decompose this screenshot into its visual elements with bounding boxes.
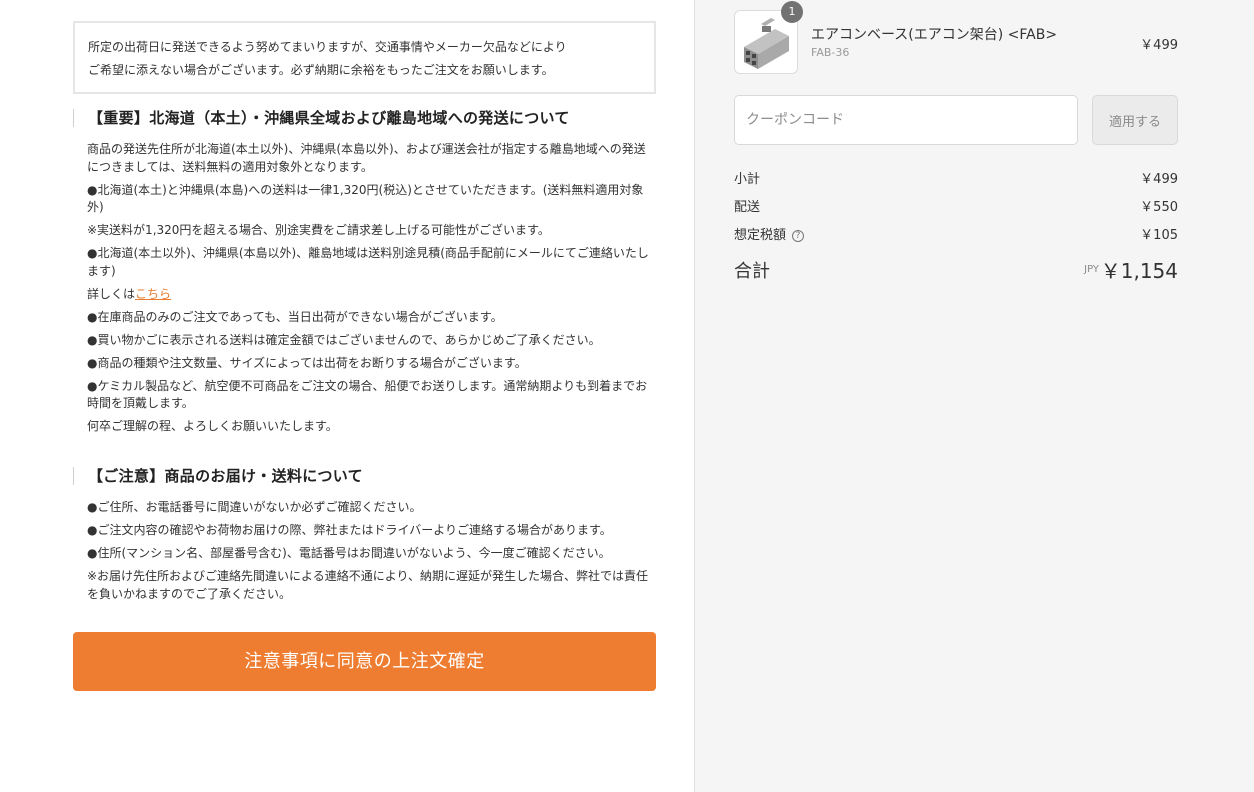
section-title-important: 【重要】北海道（本土）・沖縄県全域および離島地域への発送について xyxy=(73,109,656,127)
total-amount: ￥1,154 xyxy=(1100,259,1178,283)
notice-line: ●ケミカル製品など、航空便不可商品をご注文の場合、船便でお送りします。通常納期よ… xyxy=(87,378,648,411)
tax-label-group: 想定税額? xyxy=(734,224,805,243)
notice-line: ●北海道(本土以外)、沖縄県(本島以外)、離島地域は送料別途見積(商品手配前にメ… xyxy=(87,246,649,278)
apply-coupon-button[interactable]: 適用する xyxy=(1092,95,1178,145)
notice-line: ●北海道(本土)と沖縄県(本島)への送料は一律1,320円(税込)とさせていただ… xyxy=(87,182,644,215)
notice-line: ●住所(マンション名、部屋番号含む)、電話番号はお間違いがないよう、今一度ご確認… xyxy=(87,546,611,560)
notice-line: ●在庫商品のみのご注文であっても、当日出荷ができない場合がございます。 xyxy=(87,309,503,324)
checkout-main-column: 所定の出荷日に発送できるよう努めてまいりますが、交通事情やメーカー欠品などにより… xyxy=(0,0,694,792)
notice-line: ●商品の種類や注文数量、サイズによっては出荷をお断りする場合がございます。 xyxy=(87,355,527,370)
total-currency: JPY xyxy=(1084,264,1099,275)
confirm-order-button[interactable]: 注意事項に同意の上注文確定 xyxy=(73,632,656,691)
details-link[interactable]: こちら xyxy=(135,287,171,301)
help-circle-icon[interactable]: ? xyxy=(792,230,805,242)
notice-line: ●買い物かごに表示される送料は確定金額ではございませんので、あらかじめご了承くだ… xyxy=(87,332,601,347)
details-line: 詳しくはこちら xyxy=(87,286,656,304)
tax-label: 想定税額 xyxy=(734,228,787,243)
delivery-notice-box: 所定の出荷日に発送できるよう努めてまいりますが、交通事情やメーカー欠品などにより… xyxy=(73,21,656,94)
section-body: ●ご住所、お電話番号に間違いがないか必ずご確認ください。 ●ご注文内容の確認やお… xyxy=(73,499,656,603)
quantity-badge: 1 xyxy=(781,1,803,23)
shipping-value: ￥550 xyxy=(1140,200,1178,215)
coupon-code-input[interactable] xyxy=(734,95,1078,145)
product-price: ￥499 xyxy=(1140,38,1178,53)
tax-value: ￥105 xyxy=(1140,228,1178,243)
notice-line: ※お届け先住所およびご連絡先間違いによる連絡不通により、納期に遅延が発生した場合… xyxy=(87,569,648,601)
notice-line: ※実送料が1,320円を超える場合、別途実費をご請求差し上げる可能性がございます… xyxy=(87,223,550,237)
shipping-row: 配送 ￥550 xyxy=(734,196,1178,216)
subtotal-label: 小計 xyxy=(734,172,761,187)
product-sku: FAB-36 xyxy=(811,46,850,59)
cart-line-item: 1 エアコンベース(エアコン架台) <FAB> FAB-36 ￥499 xyxy=(734,1,1178,74)
product-name: エアコンベース(エアコン架台) <FAB> xyxy=(811,27,1058,43)
delivery-caution-section: 【ご注意】商品のお届け・送料について ●ご住所、お電話番号に間違いがないか必ずご… xyxy=(73,467,656,609)
notice-line: ●ご注文内容の確認やお荷物お届けの際、弊社またはドライバーよりご連絡する場合があ… xyxy=(87,523,612,537)
important-shipping-section: 【重要】北海道（本土）・沖縄県全域および離島地域への発送について 商品の発送先住… xyxy=(73,109,656,441)
shipping-label: 配送 xyxy=(734,200,761,215)
subtotal-value: ￥499 xyxy=(1140,172,1178,187)
notice-line: 商品の発送先住所が北海道(本土以外)、沖縄県(本島以外)、および運送会社が指定す… xyxy=(87,142,646,174)
section-body: 商品の発送先住所が北海道(本土以外)、沖縄県(本島以外)、および運送会社が指定す… xyxy=(73,141,656,436)
tax-row: 想定税額? ￥105 xyxy=(734,224,1178,244)
total-row: 合計 JPY ￥1,154 xyxy=(734,255,1178,283)
details-prefix: 詳しくは xyxy=(87,286,136,301)
total-label: 合計 xyxy=(734,261,770,282)
section-title-caution: 【ご注意】商品のお届け・送料について xyxy=(73,467,656,485)
notice-line: 何卒ご理解の程、よろしくお願いいたします。 xyxy=(87,419,338,433)
notice-line-2: ご希望に添えない場合がございます。必ず納期に余裕をもったご注文をお願いします。 xyxy=(88,63,554,77)
subtotal-row: 小計 ￥499 xyxy=(734,168,1178,188)
order-summary-sidebar: 1 エアコンベース(エアコン架台) <FAB> FAB-36 ￥499 適用する… xyxy=(694,0,1254,792)
notice-line-1: 所定の出荷日に発送できるよう努めてまいりますが、交通事情やメーカー欠品などにより xyxy=(88,40,567,54)
notice-line: ●ご住所、お電話番号に間違いがないか必ずご確認ください。 xyxy=(87,500,422,514)
